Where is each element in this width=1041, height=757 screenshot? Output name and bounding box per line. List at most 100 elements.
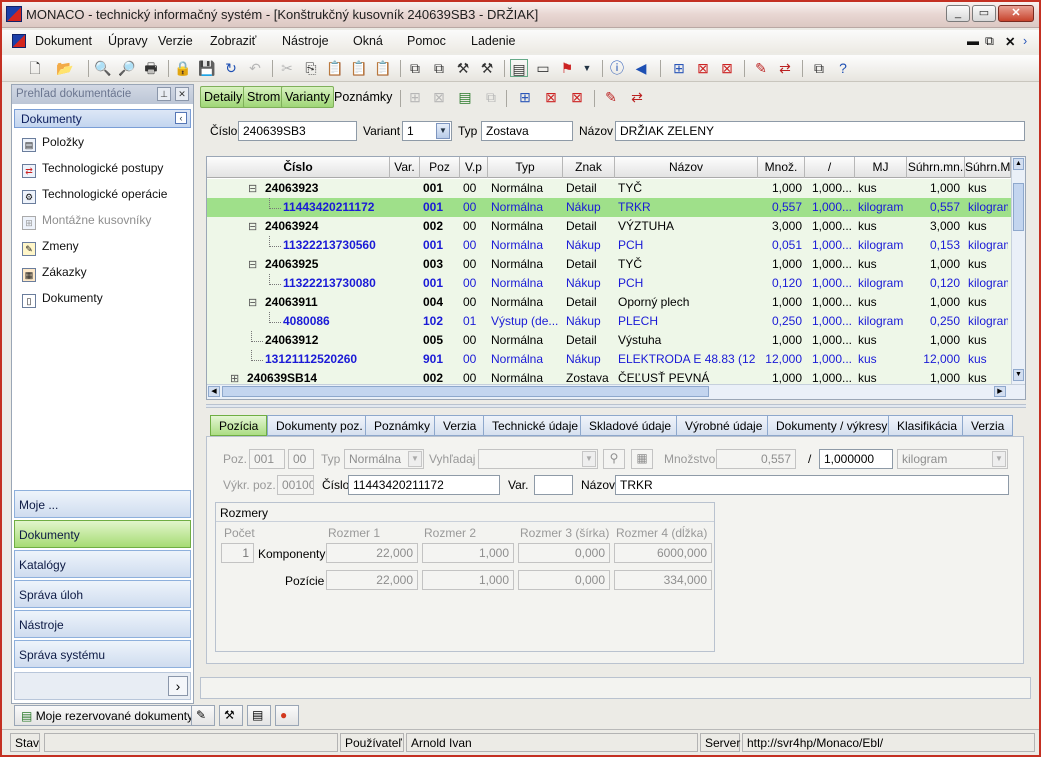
typ-field[interactable]: Zostava [481, 121, 573, 141]
paste-icon[interactable]: 📋 [326, 59, 344, 77]
task-icon[interactable]: ✎ [191, 705, 215, 726]
edit-item-icon[interactable]: ✎ [752, 59, 770, 77]
variant-select[interactable]: 1 ▼ [402, 121, 452, 141]
language-flag-icon[interactable]: ⚑ [558, 59, 576, 77]
nav-sprava-uloh[interactable]: Správa úloh [14, 580, 191, 608]
nav-katalogy[interactable]: Katalógy [14, 550, 191, 578]
detail-cislo-field[interactable]: 11443420211172 [348, 475, 500, 495]
tab-dokumenty-vykresy[interactable]: Dokumenty / výkresy [767, 415, 897, 436]
collapse-icon[interactable]: ⊟ [248, 182, 257, 195]
col-cislo[interactable]: Číslo [207, 157, 390, 178]
print-icon[interactable]: 🖶 [142, 59, 160, 77]
new-document-icon[interactable]: 🗋 [26, 59, 44, 77]
tree-icon[interactable]: ⊞ [516, 88, 534, 106]
tools-icon[interactable]: ⚒ [219, 705, 243, 726]
tab-klasifikacia[interactable]: Klasifikácia [888, 415, 967, 436]
delitel-field[interactable]: 1,000000 [819, 449, 893, 469]
alert-icon[interactable]: ● [275, 705, 299, 726]
table-row[interactable]: ⊟ 24063925 003 00 Normálna Detail TYČ 1,000 1,00… [207, 255, 1011, 274]
col-var[interactable]: Var. [390, 157, 420, 178]
detail-nazov-field[interactable]: TRKR [615, 475, 1009, 495]
back-icon[interactable]: ◀ [632, 59, 650, 77]
tab-verzia[interactable]: Verzia [434, 415, 486, 436]
komponenty-rozmer-2[interactable]: 1,000 [422, 543, 514, 563]
vykr-poz-field[interactable]: 00100 [277, 475, 314, 495]
chevron-down-icon[interactable]: ▼ [992, 451, 1006, 467]
export-icon[interactable]: ▤ [456, 88, 474, 106]
menu-okna[interactable]: Okná [353, 34, 383, 48]
col-typ[interactable]: Typ [488, 157, 563, 178]
pin-icon[interactable]: ⊥ [157, 87, 171, 101]
tab-detaily[interactable]: Detaily [200, 86, 247, 108]
scroll-up-icon[interactable]: ▲ [1013, 158, 1024, 170]
pozicie-rozmer-3[interactable]: 0,000 [518, 570, 610, 590]
delete-row-icon[interactable]: ⊠ [430, 88, 448, 106]
nav-item-zakazky[interactable]: ▦ Zákazky [22, 265, 87, 285]
collapse-icon[interactable]: ‹ [175, 112, 187, 124]
mnozstvo-field[interactable]: 0,557 [716, 449, 796, 469]
language-dropdown-icon[interactable]: ▼ [578, 59, 596, 77]
tab-strom[interactable]: Strom [243, 86, 285, 108]
table-row[interactable]: 13121112520260 901 00 Normálna Nákup ELEKTROD… [207, 350, 1011, 369]
menu-dokument[interactable]: Dokument [35, 34, 92, 48]
tree-icon[interactable]: ⊞ [670, 59, 688, 77]
link-item-icon[interactable]: ⇄ [776, 59, 794, 77]
table-row[interactable]: 11322213730560 001 00 Normálna Nákup PCH 0,051… [207, 236, 1011, 255]
open-folder-icon[interactable]: 📂 [56, 59, 74, 77]
nav-item-zmeny[interactable]: ✎ Zmeny [22, 239, 79, 259]
paste-link-icon[interactable]: 📋 [374, 59, 392, 77]
col-suhrn-mj[interactable]: Súhrn.M [965, 157, 1011, 178]
tree-cut-icon[interactable]: ⊠ [718, 59, 736, 77]
menu-upravy[interactable]: Úpravy [108, 34, 148, 48]
table-row[interactable]: 11443420211172 001 00 Normálna Nákup TRKR 0,55… [207, 198, 1011, 217]
table-row[interactable]: ⊟ 24063911 004 00 Normálna Detail Oporný plech… [207, 293, 1011, 312]
table-row[interactable]: ⊟ 24063923 001 00 Normálna Detail TYČ 1,000 1,00… [207, 179, 1011, 198]
table-row[interactable]: ⊟ 24063924 002 00 Normálna Detail VÝZTUHA 3,000… [207, 217, 1011, 236]
mdi-close-button[interactable]: ✕ [1005, 34, 1015, 49]
col-znak[interactable]: Znak [563, 157, 615, 178]
vyhladaj-select[interactable]: ▼ [478, 449, 598, 469]
nav-moje[interactable]: Moje ... [14, 490, 191, 518]
minimize-button[interactable]: _ [946, 5, 970, 22]
nav-nastroje[interactable]: Nástroje [14, 610, 191, 638]
window-cascade-icon[interactable]: ⧉ [430, 59, 448, 77]
scroll-right-icon[interactable]: ▶ [994, 386, 1006, 397]
tab-verzia-2[interactable]: Verzia [962, 415, 1014, 436]
poz-sub-field[interactable]: 00 [288, 449, 314, 469]
info-icon[interactable]: ⓘ [608, 59, 626, 77]
detail-var-field[interactable] [534, 475, 573, 495]
nazov-field[interactable]: DRŽIAK ZELENY [615, 121, 1025, 141]
komponenty-rozmer-1[interactable]: 22,000 [326, 543, 418, 563]
scroll-thumb[interactable] [1013, 183, 1024, 231]
hscroll-thumb[interactable] [222, 386, 709, 397]
pozicie-rozmer-4[interactable]: 334,000 [614, 570, 712, 590]
nav-dokumenty[interactable]: Dokumenty [14, 520, 191, 548]
pocet-field[interactable]: 1 [221, 543, 254, 563]
col-poz[interactable]: Poz [420, 157, 460, 178]
col-suhrn[interactable]: Súhrn.mn. [907, 157, 965, 178]
col-divisor[interactable]: / [805, 157, 855, 178]
menu-zobrazit[interactable]: Zobraziť [210, 34, 256, 48]
menu-nastroje[interactable]: Nástroje [282, 34, 329, 48]
menu-verzie[interactable]: Verzie [158, 34, 193, 48]
document-menu-icon[interactable] [12, 34, 26, 48]
col-nazov[interactable]: Názov [615, 157, 758, 178]
tab-pozicia[interactable]: Pozícia [210, 415, 268, 436]
komponenty-rozmer-3[interactable]: 0,000 [518, 543, 610, 563]
tab-moje-rezervovane[interactable]: ▤ Moje rezervované dokumenty [14, 705, 201, 726]
insert-row-icon[interactable]: ⊞ [406, 88, 424, 106]
mdi-minimize-button[interactable]: ▬ [967, 34, 979, 48]
tree-delete-icon[interactable]: ⊠ [694, 59, 712, 77]
tab-technicke-udaje[interactable]: Technické údaje [483, 415, 588, 436]
save-icon[interactable]: 💾 [198, 59, 216, 77]
chevron-right-icon[interactable]: › [1023, 34, 1027, 48]
list-icon[interactable]: ▤ [247, 705, 271, 726]
pozicie-rozmer-1[interactable]: 22,000 [326, 570, 418, 590]
section-dokumenty[interactable]: Dokumenty ‹ [14, 109, 191, 128]
lock-icon[interactable]: 🔒 [174, 59, 192, 77]
col-mj[interactable]: MJ [855, 157, 907, 178]
nav-item-polozky[interactable]: ▤ Položky [22, 135, 84, 155]
menu-pomoc[interactable]: Pomoc [407, 34, 446, 48]
calculator-icon[interactable]: ▦ [631, 449, 653, 469]
link-item-icon[interactable]: ⇄ [628, 88, 646, 106]
